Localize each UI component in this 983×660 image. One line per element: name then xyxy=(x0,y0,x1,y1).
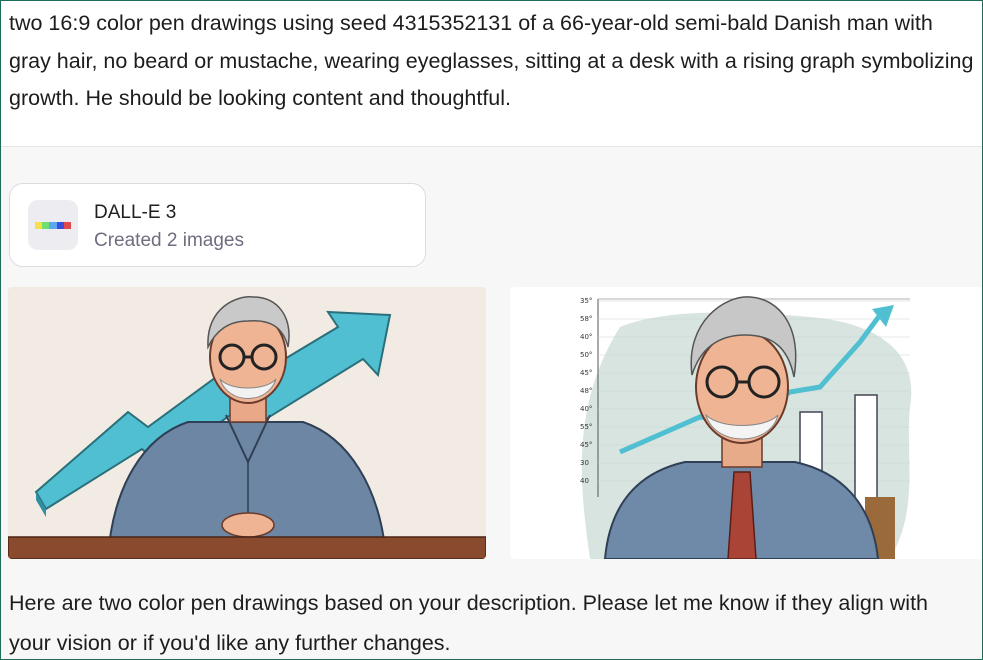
assistant-reply-text: Here are two color pen drawings based on… xyxy=(9,591,929,655)
axis-tick-label: 50° xyxy=(580,351,592,359)
axis-tick-label: 45° xyxy=(580,369,592,377)
axis-tick-label: 30 xyxy=(580,459,589,467)
man-at-desk-with-arrow-illustration xyxy=(8,296,486,559)
axis-tick-label: 55° xyxy=(580,423,592,431)
axis-tick-label: 35° xyxy=(580,297,592,305)
dalle-color-stripe-icon xyxy=(28,200,78,250)
axis-tick-label: 45° xyxy=(580,441,592,449)
dalle-tool-card[interactable]: DALL-E 3 Created 2 images xyxy=(9,183,426,267)
assistant-message: DALL-E 3 Created 2 images 35° 58° 40° 50… xyxy=(1,147,982,659)
axis-tick-label: 58° xyxy=(580,315,592,323)
tool-card-title: DALL-E 3 xyxy=(94,202,177,223)
axis-tick-label: 48° xyxy=(580,387,592,395)
user-message: two 16:9 color pen drawings using seed 4… xyxy=(1,1,982,147)
generated-image-1[interactable] xyxy=(8,287,486,559)
chat-window: two 16:9 color pen drawings using seed 4… xyxy=(0,0,983,660)
axis-tick-label: 40 xyxy=(580,477,589,485)
assistant-reply: Here are two color pen drawings based on… xyxy=(1,583,982,659)
axis-tick-label: 40° xyxy=(580,405,592,413)
axis-tick-label: 40° xyxy=(580,333,592,341)
tool-card-subtitle: Created 2 images xyxy=(94,230,244,251)
user-message-text: two 16:9 color pen drawings using seed 4… xyxy=(9,11,974,110)
generated-image-2[interactable]: 35° 58° 40° 50° 45° 48° 40° 55° 45° 30 40 xyxy=(510,287,982,559)
man-with-bar-chart-illustration: 35° 58° 40° 50° 45° 48° 40° 55° 45° 30 40 xyxy=(580,296,912,559)
